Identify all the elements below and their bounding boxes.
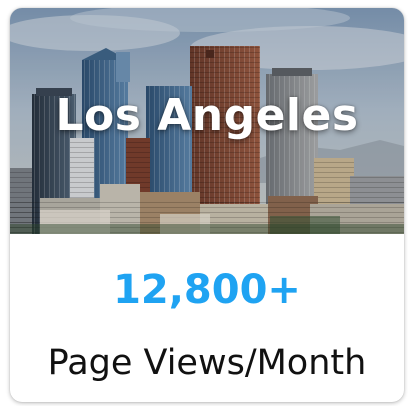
city-title: Los Angeles [55,90,359,141]
page-views-value: 12,800+ [113,267,301,313]
city-skyline-image: Los Angeles [10,8,404,234]
city-stat-card[interactable]: Los Angeles 12,800+ Page Views/Month [10,8,404,402]
page-views-label: Page Views/Month [47,343,367,383]
